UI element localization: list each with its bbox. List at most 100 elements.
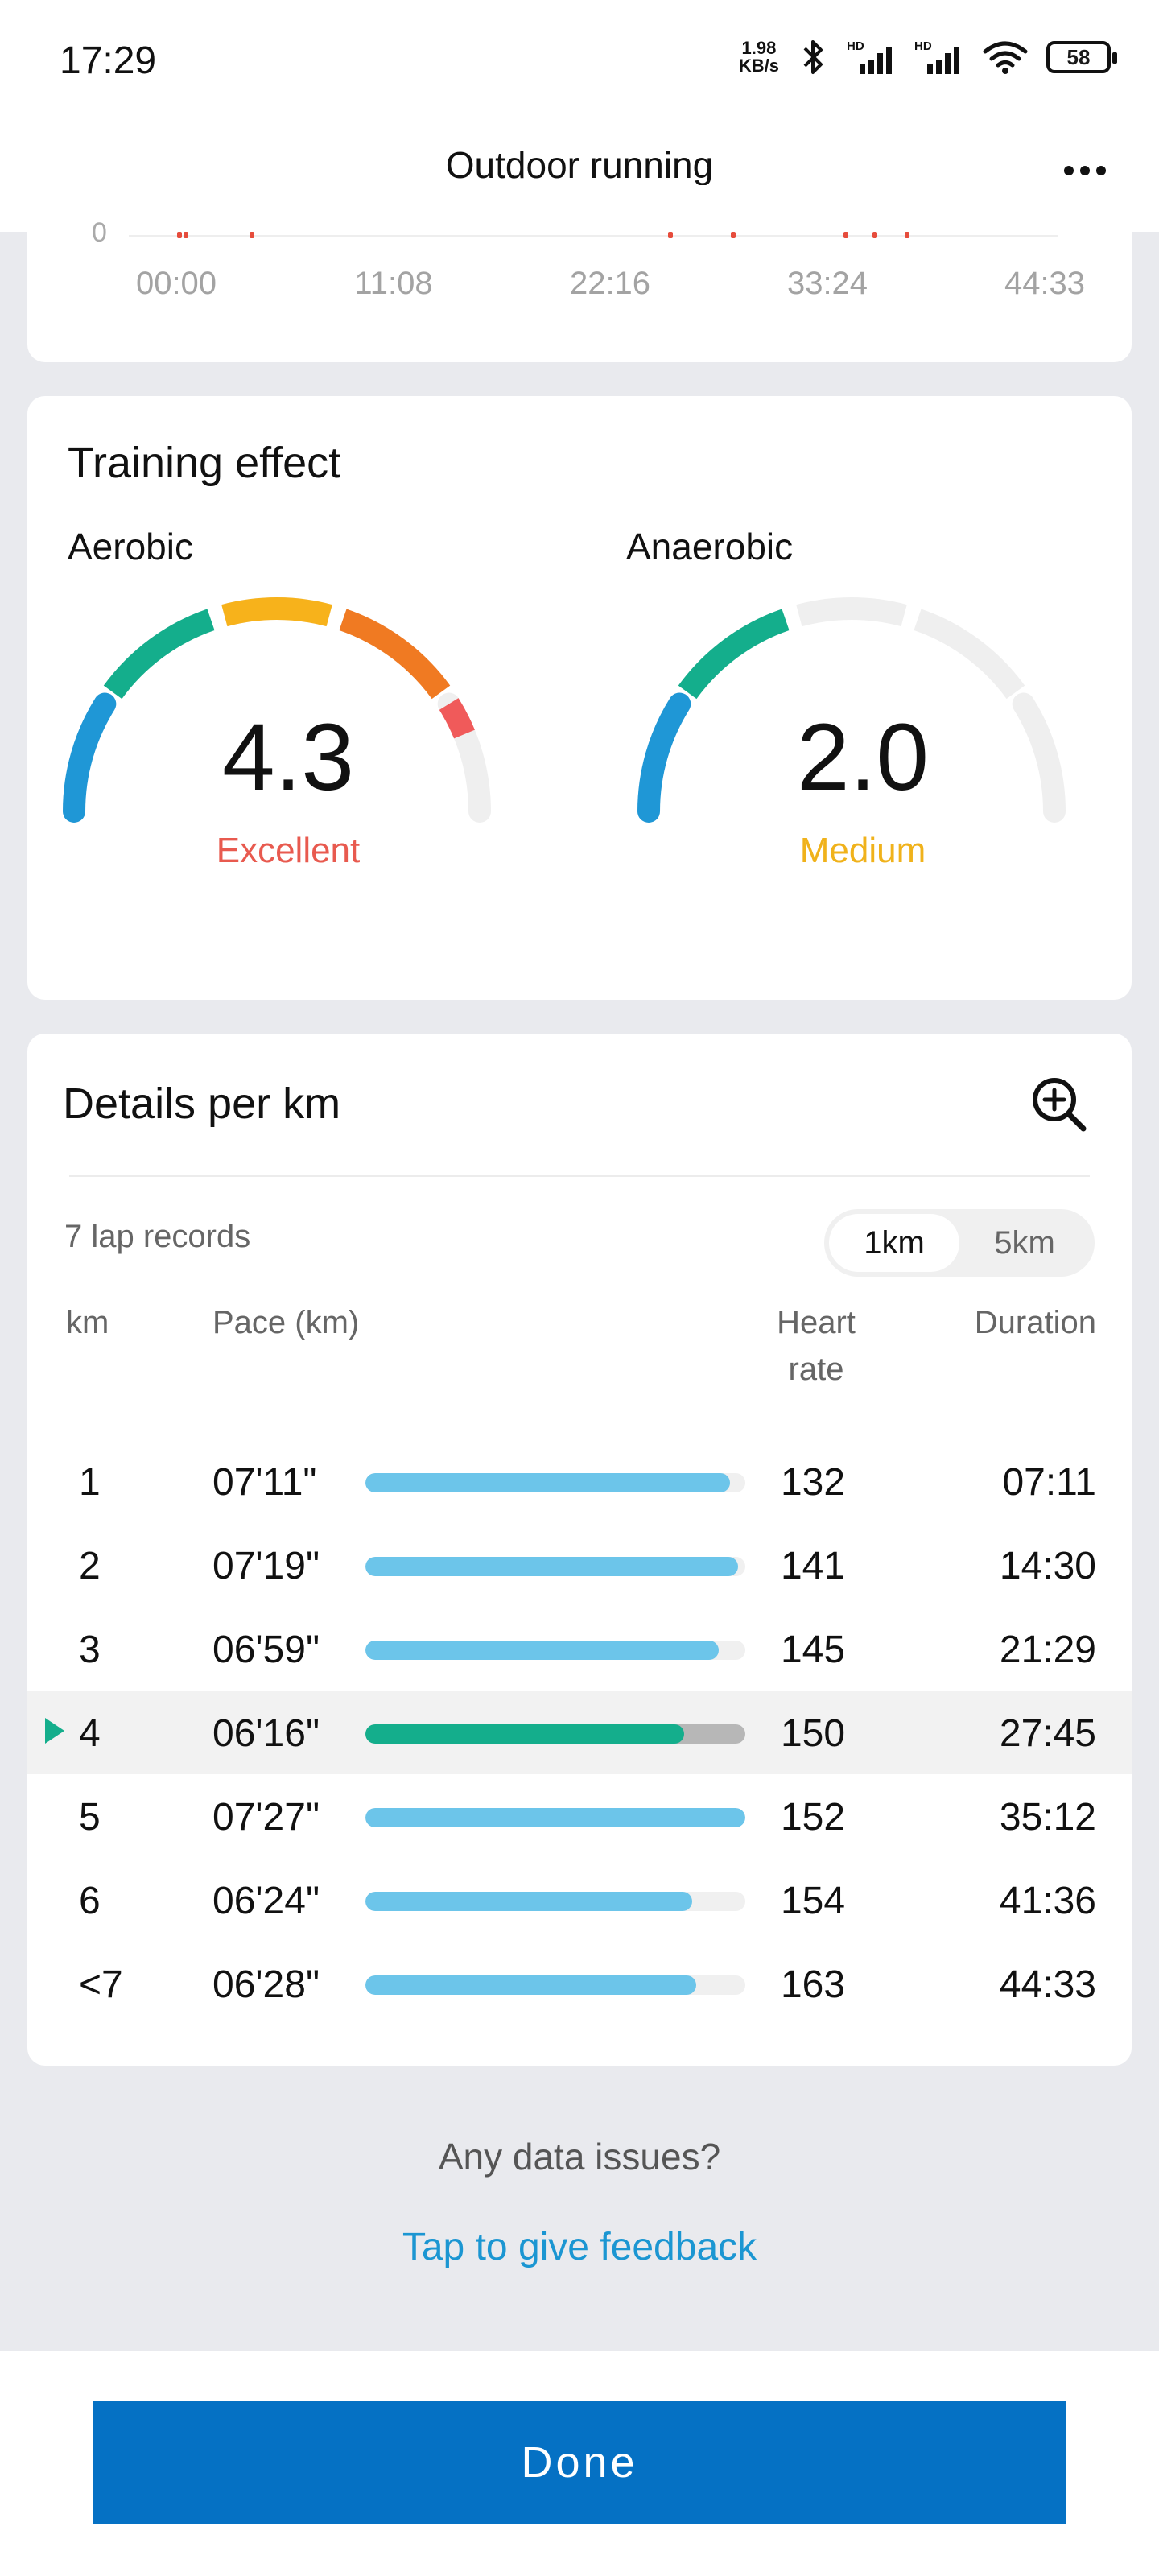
x-tick-label: 44:33 <box>1004 266 1086 301</box>
table-row[interactable]: 5 07'27" 152 35:12 <box>27 1774 1132 1858</box>
x-tick-label: 22:16 <box>569 266 651 301</box>
row-heart-rate: 163 <box>780 1963 846 2006</box>
col-header-pace: Pace (km) <box>212 1305 360 1340</box>
y-axis-zero-label: 0 <box>92 217 107 248</box>
row-heart-rate: 132 <box>780 1461 846 1504</box>
pace-bar-track <box>365 1473 745 1492</box>
gauge-track-segment <box>796 597 907 627</box>
signal-hd-icon: HD <box>847 39 892 74</box>
row-pace: 06'16" <box>212 1712 320 1755</box>
table-row[interactable]: 2 07'19" 141 14:30 <box>27 1523 1132 1607</box>
bluetooth-icon <box>803 40 823 74</box>
chart-baseline <box>129 235 1058 237</box>
pace-bar-fill <box>365 1808 745 1827</box>
row-pace: 06'24" <box>212 1880 320 1922</box>
row-pace: 07'11" <box>212 1461 317 1504</box>
aerobic-status: Excellent <box>216 831 361 870</box>
pace-bar-track <box>365 1808 745 1827</box>
svg-text:HD: HD <box>914 39 932 53</box>
gauge-fill-segment <box>103 609 215 700</box>
row-km: 3 <box>79 1629 101 1671</box>
row-duration: 41:36 <box>999 1880 1096 1922</box>
row-pace: 06'59" <box>212 1629 320 1671</box>
training-effect-card: Training effect Aerobic Anaerobic 4.3 Ex… <box>27 396 1132 1000</box>
table-row[interactable]: 4 06'16" 150 27:45 <box>27 1690 1132 1774</box>
gauge-fill-segment <box>339 609 451 700</box>
row-duration: 21:29 <box>999 1629 1096 1671</box>
heart-rate-chart-card: 0 00:00 11:08 22:16 33:24 44:33 <box>27 185 1132 362</box>
pace-bar-fill <box>365 1975 696 1995</box>
row-km: <7 <box>79 1963 123 2006</box>
gauge-fill-segment <box>221 597 332 627</box>
lap-count: 7 lap records <box>64 1219 251 1254</box>
gauge-track-segment <box>914 609 1025 700</box>
pace-bar-track <box>365 1892 745 1911</box>
network-speed: 1.98 KB/s <box>739 39 779 75</box>
x-tick-label: 33:24 <box>786 266 868 301</box>
divider <box>69 1175 1090 1177</box>
more-dot <box>1080 166 1090 175</box>
pace-bar-track <box>365 1724 745 1744</box>
svg-text:HD: HD <box>847 39 864 53</box>
row-km: 4 <box>79 1712 101 1755</box>
zone-marker <box>184 232 188 238</box>
col-header-heart-rate: Heart rate <box>760 1299 872 1393</box>
row-km: 2 <box>79 1545 101 1587</box>
zone-marker <box>731 232 736 238</box>
status-icons: 1.98 KB/s HD HD 58 <box>739 39 1117 76</box>
table-row[interactable]: <7 06'28" 163 44:33 <box>27 1942 1132 2025</box>
status-bar: 17:29 1.98 KB/s HD HD 58 <box>0 0 1159 121</box>
x-tick-label: 00:00 <box>135 266 217 301</box>
x-tick-label: 11:08 <box>354 266 433 301</box>
training-effect-title: Training effect <box>68 439 341 487</box>
zone-marker <box>905 232 909 238</box>
bottom-bar: Done <box>0 2351 1159 2576</box>
row-duration: 44:33 <box>999 1963 1096 2006</box>
zone-marker <box>177 232 182 238</box>
page-title: Outdoor running <box>445 144 714 186</box>
done-button[interactable]: Done <box>93 2401 1066 2524</box>
selected-row-marker-icon <box>45 1718 64 1744</box>
anaerobic-label: Anaerobic <box>626 526 794 568</box>
feedback-link[interactable]: Tap to give feedback <box>0 2225 1159 2269</box>
aerobic-gauge: 4.3 Excellent <box>63 594 514 870</box>
feedback-question: Any data issues? <box>438 2136 721 2178</box>
row-duration: 07:11 <box>1002 1461 1096 1504</box>
unit-option-1km[interactable]: 1km <box>829 1214 959 1272</box>
row-pace: 07'27" <box>212 1796 320 1839</box>
pace-bar-fill <box>365 1557 738 1576</box>
pace-bar-fill <box>365 1473 731 1492</box>
row-heart-rate: 145 <box>780 1629 846 1671</box>
table-row[interactable]: 1 07'11" 132 07:11 <box>27 1439 1132 1523</box>
anaerobic-gauge: 2.0 Medium <box>637 594 1088 870</box>
row-pace: 07'19" <box>212 1545 320 1587</box>
zoom-in-button[interactable] <box>1029 1074 1090 1135</box>
row-duration: 27:45 <box>999 1712 1096 1755</box>
row-heart-rate: 154 <box>780 1880 846 1922</box>
unit-option-5km[interactable]: 5km <box>959 1214 1090 1272</box>
gauge-fill-segment <box>678 609 790 700</box>
zone-marker <box>250 232 254 238</box>
table-row[interactable]: 3 06'59" 145 21:29 <box>27 1607 1132 1690</box>
row-heart-rate: 141 <box>780 1545 846 1587</box>
more-dot <box>1064 166 1074 175</box>
row-km: 1 <box>79 1461 101 1504</box>
signal-hd-icon: HD <box>914 39 959 74</box>
col-header-duration: Duration <box>974 1305 1096 1340</box>
battery-icon: 58 <box>1046 41 1117 73</box>
wifi-icon <box>983 41 1028 74</box>
row-km: 6 <box>79 1880 101 1922</box>
anaerobic-status: Medium <box>799 831 926 870</box>
pace-bar-fill <box>365 1724 685 1744</box>
zone-marker <box>872 232 877 238</box>
unit-toggle: 1km 5km <box>824 1209 1095 1277</box>
pace-bar-track <box>365 1641 745 1660</box>
row-pace: 06'28" <box>212 1963 320 2006</box>
row-heart-rate: 152 <box>780 1796 846 1839</box>
network-speed-value: 1.98 <box>741 38 777 58</box>
details-title: Details per km <box>63 1080 341 1128</box>
row-heart-rate: 150 <box>780 1712 846 1755</box>
more-dot <box>1096 166 1106 175</box>
table-row[interactable]: 6 06'24" 154 41:36 <box>27 1858 1132 1942</box>
aerobic-label: Aerobic <box>68 526 193 568</box>
